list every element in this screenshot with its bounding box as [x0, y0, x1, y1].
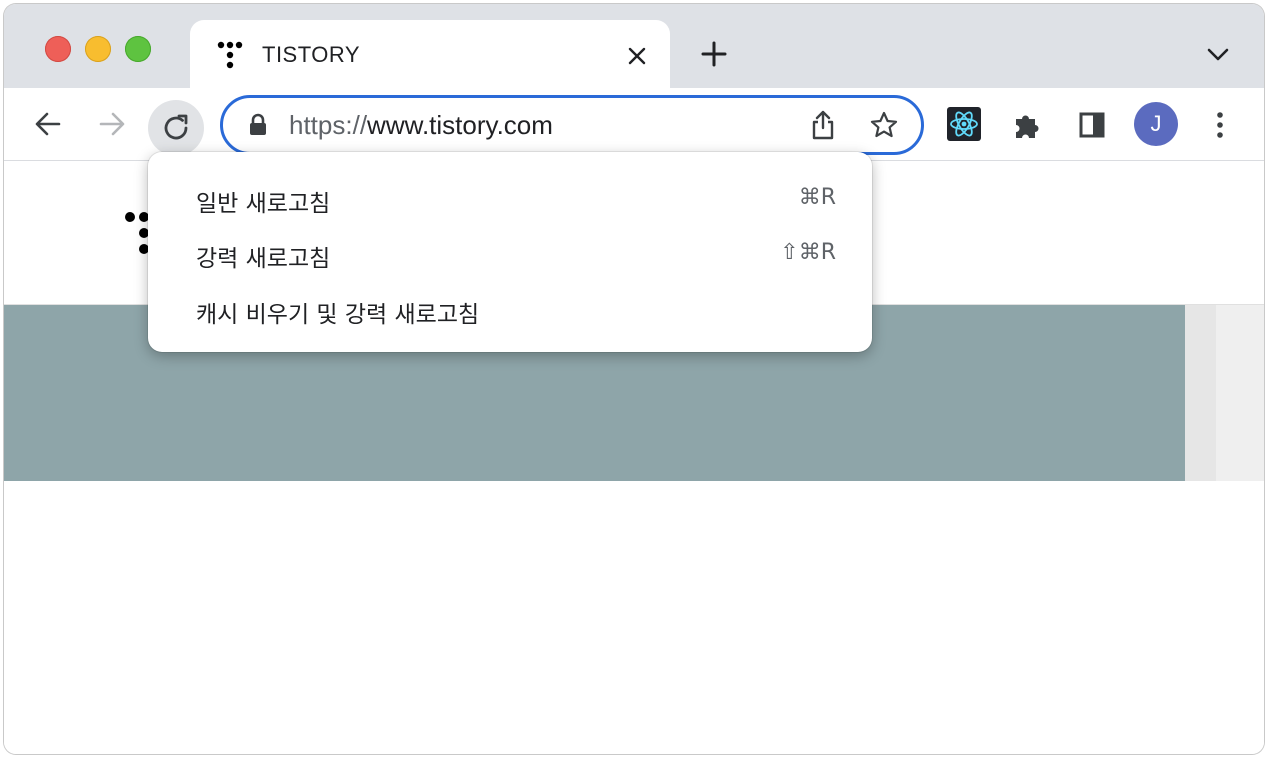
menu-item-hard-reload[interactable]: 강력 새로고침 ⇧⌘R — [148, 226, 872, 278]
reload-context-menu: 일반 새로고침 ⌘R 강력 새로고침 ⇧⌘R 캐시 비우기 및 강력 새로고침 — [148, 152, 872, 352]
react-devtools-icon[interactable] — [947, 107, 981, 141]
menu-item-shortcut: ⇧⌘R — [780, 240, 836, 265]
browser-window: TISTORY https://www.tistory.com J — [4, 4, 1264, 754]
forward-button[interactable] — [90, 102, 134, 146]
new-tab-button[interactable] — [700, 40, 728, 68]
menu-item-label: 일반 새로고침 — [196, 191, 331, 217]
url-scheme: https:// — [289, 110, 368, 140]
arrow-left-icon — [35, 112, 61, 136]
arrow-right-icon — [99, 112, 125, 136]
address-bar[interactable]: https://www.tistory.com — [220, 95, 924, 155]
close-icon[interactable] — [626, 45, 648, 67]
star-icon[interactable] — [869, 110, 899, 140]
tistory-dots-icon — [217, 41, 243, 69]
close-window-button[interactable] — [45, 36, 71, 62]
menu-item-label: 강력 새로고침 — [196, 246, 331, 272]
reload-icon — [164, 114, 188, 140]
tab-title: TISTORY — [262, 42, 361, 67]
menu-item-shortcut: ⌘R — [798, 185, 836, 210]
tab-tistory[interactable]: TISTORY — [190, 20, 670, 90]
puzzle-icon[interactable] — [1012, 110, 1044, 140]
minimize-window-button[interactable] — [85, 36, 111, 62]
zoom-window-button[interactable] — [125, 36, 151, 62]
lock-icon[interactable] — [248, 113, 268, 137]
tab-strip: TISTORY — [4, 4, 1264, 90]
chevron-down-icon[interactable] — [1206, 44, 1230, 64]
reload-button[interactable] — [148, 100, 204, 156]
more-vertical-icon[interactable] — [1206, 110, 1234, 140]
hero-banner-edge — [1216, 305, 1264, 481]
menu-item-normal-reload[interactable]: 일반 새로고침 ⌘R — [148, 171, 872, 223]
back-button[interactable] — [26, 102, 70, 146]
url-text[interactable]: https://www.tistory.com — [289, 110, 553, 141]
toolbar: https://www.tistory.com J — [4, 88, 1264, 161]
share-icon[interactable] — [809, 109, 837, 141]
side-panel-icon[interactable] — [1078, 111, 1106, 139]
menu-item-label: 캐시 비우기 및 강력 새로고침 — [196, 302, 480, 328]
profile-avatar[interactable]: J — [1134, 102, 1178, 146]
url-host: www.tistory.com — [367, 110, 553, 140]
menu-item-empty-cache-hard-reload[interactable]: 캐시 비우기 및 강력 새로고침 — [148, 282, 872, 334]
